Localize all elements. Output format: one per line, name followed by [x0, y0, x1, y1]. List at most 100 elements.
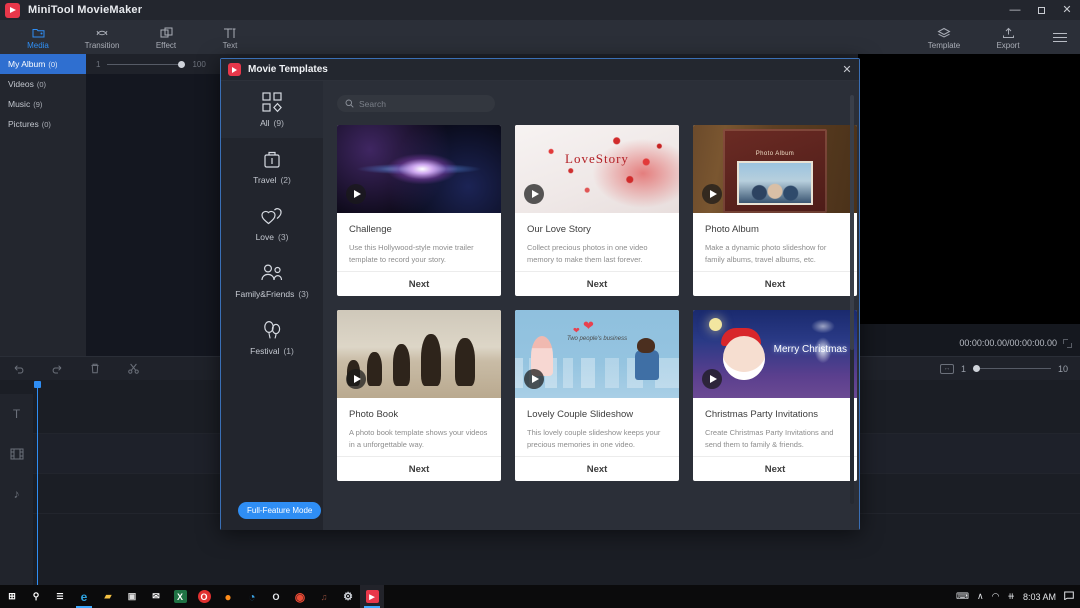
play-icon[interactable]	[702, 184, 722, 204]
template-thumbnail[interactable]: Photo Album	[693, 125, 857, 213]
audio-track-header[interactable]: ♪	[0, 474, 33, 514]
task-view-icon[interactable]: ☰	[48, 585, 72, 608]
player-screen[interactable]	[858, 54, 1080, 324]
template-next-button[interactable]: Next	[337, 456, 501, 481]
firefox-icon[interactable]: ●	[216, 585, 240, 608]
template-description: Make a dynamic photo slideshow for famil…	[693, 235, 857, 271]
music-app-icon[interactable]: ♫	[312, 585, 336, 608]
category-festival[interactable]: Festival (1)	[221, 309, 323, 366]
music-glyph: ♫	[318, 590, 331, 603]
template-description: Collect precious photos in one video mem…	[515, 235, 679, 271]
template-thumbnail[interactable]: Merry Christmas	[693, 310, 857, 398]
ribbon-tab-effect[interactable]: Effect	[134, 20, 198, 54]
category-family-friends[interactable]: Family&Friends (3)	[221, 252, 323, 309]
volume-icon[interactable]: ⧺	[1007, 591, 1015, 602]
full-feature-mode-button[interactable]: Full-Feature Mode	[238, 502, 321, 519]
hamburger-menu-icon[interactable]	[1040, 20, 1080, 54]
moviemaker-taskbar-icon[interactable]: ▶	[360, 585, 384, 608]
media-item-music[interactable]: Music (9)	[0, 94, 86, 114]
search-input[interactable]	[359, 99, 479, 109]
category-travel[interactable]: Travel (2)	[221, 138, 323, 195]
ribbon-tab-media-label: Media	[27, 41, 49, 50]
category-all[interactable]: All (9)	[221, 81, 323, 138]
playhead[interactable]	[37, 386, 38, 585]
app-title: MiniTool MovieMaker	[28, 4, 142, 16]
media-item-pictures[interactable]: Pictures (0)	[0, 114, 86, 134]
dialog-close-button[interactable]: ✕	[835, 59, 859, 81]
template-card[interactable]: Challenge Use this Hollywood-style movie…	[337, 125, 501, 296]
delete-icon[interactable]	[76, 357, 114, 381]
close-button[interactable]: ✕	[1054, 0, 1080, 20]
fullscreen-icon[interactable]	[1063, 339, 1072, 348]
thumbnail-zoom-slider[interactable]	[107, 64, 185, 65]
timeline-zoom-slider[interactable]	[973, 368, 1051, 369]
templates-scrollbar[interactable]	[850, 95, 854, 504]
play-icon[interactable]	[702, 369, 722, 389]
keyboard-layout-icon[interactable]: ⌨	[956, 591, 969, 602]
settings-gear-icon[interactable]: ⚙	[336, 585, 360, 608]
category-family-friends-label: Family&Friends	[235, 289, 294, 299]
excel-icon[interactable]: X	[168, 585, 192, 608]
fit-to-timeline-icon[interactable]: ↔	[940, 364, 954, 374]
template-next-button[interactable]: Next	[515, 456, 679, 481]
media-item-my-album[interactable]: My Album (0)	[0, 54, 86, 74]
text-track-header[interactable]: T	[0, 394, 33, 434]
play-icon[interactable]	[524, 369, 544, 389]
music-note-icon: ♪	[14, 487, 20, 501]
ribbon-tab-text[interactable]: Text	[198, 20, 262, 54]
play-icon[interactable]	[524, 184, 544, 204]
player-panel: 00:00:00.00/00:00:00.00	[858, 54, 1080, 356]
template-next-button[interactable]: Next	[693, 456, 857, 481]
template-next-button[interactable]: Next	[337, 271, 501, 296]
ribbon-tab-transition[interactable]: Transition	[70, 20, 134, 54]
opera-gx-icon[interactable]: O	[264, 585, 288, 608]
store-icon[interactable]: ▣	[120, 585, 144, 608]
minimize-button[interactable]: —	[1002, 0, 1028, 20]
category-travel-label: Travel	[253, 175, 276, 185]
taskbar-clock[interactable]: 8:03 AM	[1023, 592, 1056, 602]
maximize-button[interactable]	[1028, 0, 1054, 20]
template-thumbnail[interactable]: LoveStory	[515, 125, 679, 213]
media-item-videos[interactable]: Videos (0)	[0, 74, 86, 94]
opera-icon[interactable]: O	[192, 585, 216, 608]
heart-art: ❤	[583, 318, 594, 334]
network-wifi-icon[interactable]: ◠	[992, 591, 1000, 602]
chrome-icon[interactable]: ◉	[288, 585, 312, 608]
template-thumbnail[interactable]: ❤ ❤ Two people's business	[515, 310, 679, 398]
template-card[interactable]: Photo Album Photo Album Make a dynamic p…	[693, 125, 857, 296]
ribbon-tab-template[interactable]: Template	[912, 20, 976, 54]
edge-browser-icon[interactable]: e	[72, 585, 96, 608]
notification-center-icon[interactable]	[1064, 591, 1074, 602]
edge-legacy-icon[interactable]: ◔	[240, 585, 264, 608]
thumbnail-zoom-knob[interactable]	[178, 61, 185, 68]
category-all-count: (9)	[274, 118, 284, 128]
play-icon[interactable]	[346, 184, 366, 204]
template-next-button[interactable]: Next	[693, 271, 857, 296]
template-card[interactable]: ❤ ❤ Two people's business Lovely Couple …	[515, 310, 679, 481]
play-icon[interactable]	[346, 369, 366, 389]
start-button[interactable]: ⊞	[0, 585, 24, 608]
category-love[interactable]: Love (3)	[221, 195, 323, 252]
split-scissors-icon[interactable]	[114, 357, 152, 381]
file-explorer-icon[interactable]: ▰	[96, 585, 120, 608]
taskbar-search-icon[interactable]: ⚲	[24, 585, 48, 608]
film-strip-icon	[10, 447, 24, 461]
ribbon-tab-export[interactable]: Export	[976, 20, 1040, 54]
ribbon-right-group: Template Export	[912, 20, 1080, 54]
template-card[interactable]: LoveStory Our Love Story Collect preciou…	[515, 125, 679, 296]
ribbon-tab-media[interactable]: Media	[6, 20, 70, 54]
mail-icon[interactable]: ✉	[144, 585, 168, 608]
template-thumbnail[interactable]	[337, 310, 501, 398]
media-item-my-album-label: My Album	[8, 59, 45, 69]
undo-icon[interactable]	[0, 357, 38, 381]
video-track-header[interactable]	[0, 434, 33, 474]
template-next-button[interactable]: Next	[515, 271, 679, 296]
templates-scrollbar-thumb[interactable]	[850, 95, 854, 350]
template-card[interactable]: Photo Book A photo book template shows y…	[337, 310, 501, 481]
template-card[interactable]: Merry Christmas Christmas Party Invitati…	[693, 310, 857, 481]
search-bar[interactable]	[337, 95, 495, 112]
template-thumbnail[interactable]	[337, 125, 501, 213]
show-hidden-icons-chevron[interactable]: ∧	[977, 591, 984, 602]
timeline-zoom-knob[interactable]	[973, 365, 980, 372]
redo-icon[interactable]	[38, 357, 76, 381]
